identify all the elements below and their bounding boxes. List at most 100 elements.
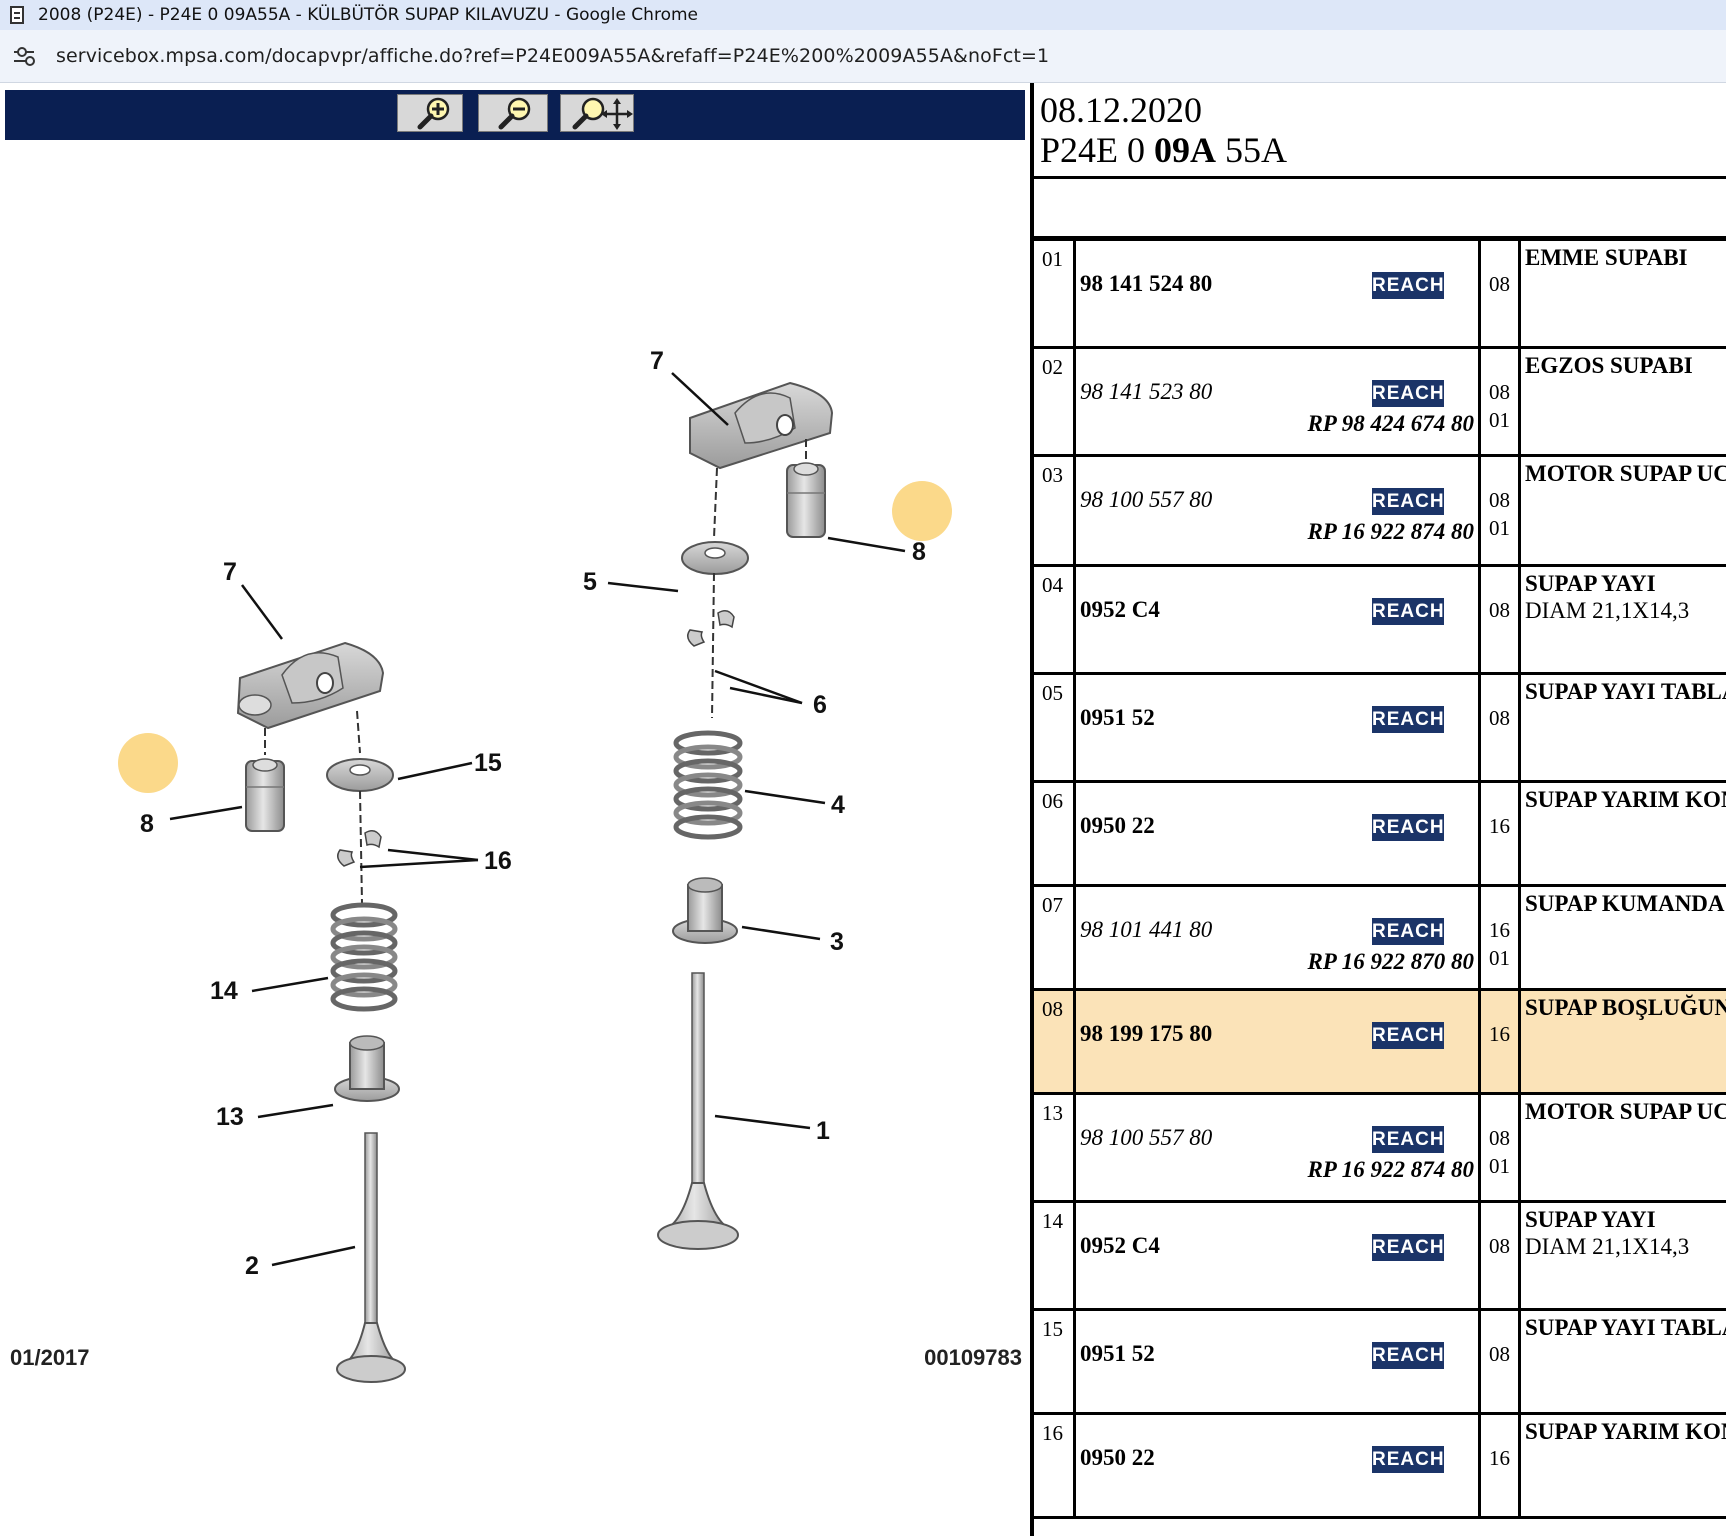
part-quantity-cell: 08 — [1481, 1203, 1521, 1308]
part-description-cell: SUPAP YAYI DIAM 21,1X14,3 — [1521, 567, 1726, 672]
zoom-in-button[interactable] — [397, 94, 463, 132]
part-reference[interactable]: 98 100 557 80 — [1080, 487, 1212, 513]
replacement-reference[interactable]: RP 16 922 870 80 — [1307, 949, 1474, 975]
reach-badge[interactable]: REACH — [1372, 918, 1444, 945]
diagram-toolbar — [5, 90, 1025, 140]
reach-badge[interactable]: REACH — [1372, 380, 1444, 407]
lash-adjuster-left — [245, 758, 285, 832]
part-description: MOTOR SUPAP UCU — [1525, 1099, 1726, 1124]
part-description: SUPAP YAYI TABLAS — [1525, 679, 1726, 704]
part-quantity: 16 — [1489, 918, 1510, 942]
zoom-pan-icon — [572, 97, 633, 130]
part-description: SUPAP BOŞLUĞUNU — [1525, 995, 1726, 1020]
replacement-reference[interactable]: RP 16 922 874 80 — [1307, 519, 1474, 545]
callout-14: 14 — [210, 977, 238, 1005]
reach-badge[interactable]: REACH — [1372, 1126, 1444, 1153]
replacement-reference[interactable]: RP 16 922 874 80 — [1307, 1157, 1474, 1183]
callout-7: 7 — [223, 558, 237, 586]
part-row-03[interactable]: 03 98 100 557 80 REACH RP 16 922 874 80 08 01… — [1034, 457, 1726, 567]
part-reference[interactable]: 98 141 524 80 — [1080, 271, 1212, 297]
part-reference[interactable]: 98 141 523 80 — [1080, 379, 1212, 405]
part-reference[interactable]: 0951 52 — [1080, 705, 1155, 731]
reach-badge[interactable]: REACH — [1372, 488, 1444, 515]
part-reference-cell: 98 100 557 80 REACH RP 16 922 874 80 — [1076, 457, 1481, 564]
part-quantity: 08 — [1489, 488, 1510, 512]
part-description: SUPAP YARIM KONİ — [1525, 1419, 1726, 1444]
valve-stem-seal-right — [672, 877, 738, 944]
zoom-out-button[interactable] — [478, 94, 548, 132]
callout-3: 3 — [830, 928, 844, 956]
parts-header: 08.12.2020 P24E 0 09A 55A — [1034, 83, 1726, 179]
part-row-13[interactable]: 13 98 100 557 80 REACH RP 16 922 874 80 08 01… — [1034, 1095, 1726, 1203]
part-reference-cell: 98 101 441 80 REACH RP 16 922 870 80 — [1076, 887, 1481, 988]
part-row-08[interactable]: 08 98 199 175 80 REACH 16 SUPAP BOŞLUĞUNU — [1034, 991, 1726, 1095]
part-reference[interactable]: 0950 22 — [1080, 1445, 1155, 1471]
ref-bold: 09A — [1154, 130, 1217, 170]
part-description-cell: MOTOR SUPAP UCU — [1521, 1095, 1726, 1200]
replacement-reference[interactable]: RP 98 424 674 80 — [1307, 411, 1474, 437]
header-date: 08.12.2020 — [1040, 90, 1202, 130]
exhaust-valve — [336, 1132, 406, 1383]
part-reference[interactable]: 0952 C4 — [1080, 1233, 1160, 1259]
part-description: EMME SUPABI — [1525, 245, 1688, 270]
part-row-06[interactable]: 06 0950 22 REACH 16 SUPAP YARIM KONİ — [1034, 783, 1726, 887]
site-info-icon[interactable] — [14, 45, 36, 67]
highlight-marker — [118, 733, 178, 793]
part-description: SUPAP KUMANDA K — [1525, 891, 1726, 916]
url-text[interactable]: servicebox.mpsa.com/docapvpr/affiche.do?… — [56, 45, 1049, 67]
part-reference-cell: 0952 C4 REACH — [1076, 567, 1481, 672]
reach-badge[interactable]: REACH — [1372, 272, 1444, 299]
part-number-cell: 02 — [1034, 349, 1076, 454]
zoom-in-icon — [417, 97, 450, 130]
part-number: 13 — [1042, 1101, 1063, 1125]
part-quantity-cell: 08 01 — [1481, 1095, 1521, 1200]
part-row-15[interactable]: 15 0951 52 REACH 08 SUPAP YAYI TABLAS — [1034, 1311, 1726, 1415]
part-quantity-cell: 08 — [1481, 567, 1521, 672]
part-reference-cell: 0951 52 REACH — [1076, 1311, 1481, 1412]
part-quantity-cell: 08 — [1481, 1311, 1521, 1412]
window-title: 2008 (P24E) - P24E 0 09A55A - KÜLBÜTÖR S… — [38, 5, 698, 25]
part-row-14[interactable]: 14 0952 C4 REACH 08 SUPAP YAYI DIAM 21,1X14,3 — [1034, 1203, 1726, 1311]
part-reference[interactable]: 0951 52 — [1080, 1341, 1155, 1367]
reach-badge[interactable]: REACH — [1372, 814, 1444, 841]
part-reference[interactable]: 0952 C4 — [1080, 597, 1160, 623]
diagram-reference: 00109783 — [924, 1345, 1022, 1370]
zoom-pan-button[interactable] — [560, 94, 634, 132]
part-number: 01 — [1042, 247, 1063, 271]
part-row-01[interactable]: 01 98 141 524 80 REACH 08 EMME SUPABI — [1034, 241, 1726, 349]
reach-badge[interactable]: REACH — [1372, 1022, 1444, 1049]
window-titlebar: 2008 (P24E) - P24E 0 09A55A - KÜLBÜTÖR S… — [0, 0, 1726, 30]
part-row-16[interactable]: 16 0950 22 REACH 16 SUPAP YARIM KONİ — [1034, 1415, 1726, 1519]
part-number-cell: 03 — [1034, 457, 1076, 564]
part-number-cell: 13 — [1034, 1095, 1076, 1200]
part-number: 14 — [1042, 1209, 1063, 1233]
part-row-05[interactable]: 05 0951 52 REACH 08 SUPAP YAYI TABLAS — [1034, 675, 1726, 783]
part-number-cell: 05 — [1034, 675, 1076, 780]
header-reference: P24E 0 09A 55A — [1040, 129, 1287, 171]
part-row-04[interactable]: 04 0952 C4 REACH 08 SUPAP YAYI DIAM 21,1X14,3 — [1034, 567, 1726, 675]
part-reference[interactable]: 98 199 175 80 — [1080, 1021, 1212, 1047]
part-reference[interactable]: 98 101 441 80 — [1080, 917, 1212, 943]
rocker-arm-right — [689, 381, 834, 470]
part-description: MOTOR SUPAP UCU — [1525, 461, 1726, 486]
part-number: 03 — [1042, 463, 1063, 487]
part-row-07[interactable]: 07 98 101 441 80 REACH RP 16 922 870 80 16 01… — [1034, 887, 1726, 991]
part-description: SUPAP YAYI — [1525, 571, 1656, 596]
reach-badge[interactable]: REACH — [1372, 706, 1444, 733]
address-bar[interactable]: servicebox.mpsa.com/docapvpr/affiche.do?… — [0, 30, 1726, 83]
part-number: 05 — [1042, 681, 1063, 705]
reach-badge[interactable]: REACH — [1372, 1342, 1444, 1369]
replacement-quantity: 01 — [1489, 516, 1510, 540]
part-reference[interactable]: 98 100 557 80 — [1080, 1125, 1212, 1151]
part-number: 15 — [1042, 1317, 1063, 1341]
rocker-arm-left — [236, 641, 385, 730]
callout-7: 7 — [650, 347, 664, 375]
callout-8: 8 — [912, 538, 926, 566]
reach-badge[interactable]: REACH — [1372, 1446, 1444, 1473]
reach-badge[interactable]: REACH — [1372, 1234, 1444, 1261]
part-row-02[interactable]: 02 98 141 523 80 REACH RP 98 424 674 80 08 01… — [1034, 349, 1726, 457]
part-reference-cell: 98 100 557 80 REACH RP 16 922 874 80 — [1076, 1095, 1481, 1200]
part-reference[interactable]: 0950 22 — [1080, 813, 1155, 839]
part-quantity: 08 — [1489, 1342, 1510, 1366]
reach-badge[interactable]: REACH — [1372, 598, 1444, 625]
